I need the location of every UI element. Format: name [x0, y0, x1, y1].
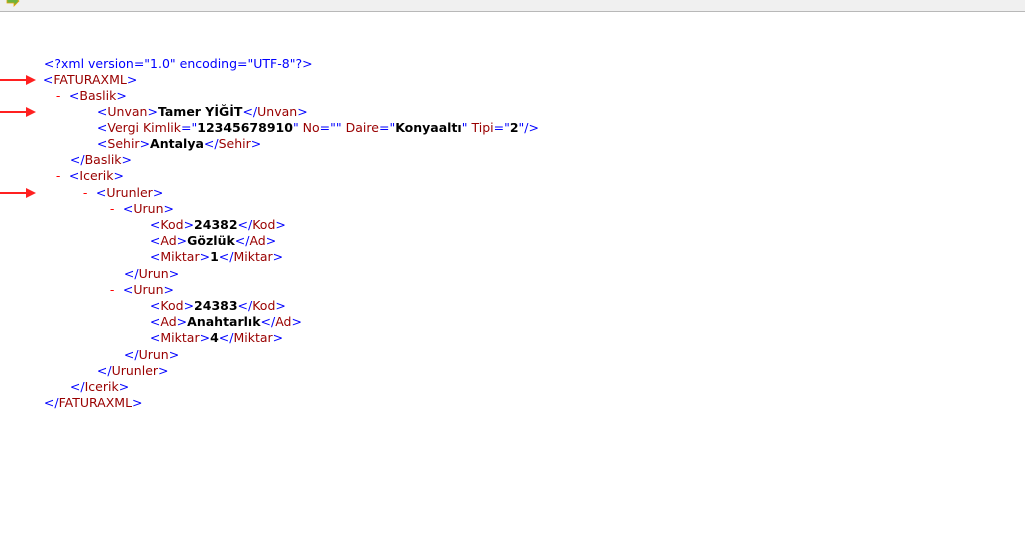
xml-node-miktar: <Miktar>4</Miktar>	[149, 330, 284, 345]
red-arrow-icon	[0, 107, 36, 117]
xml-node-unvan: <Unvan>Tamer YİĞİT</Unvan>	[96, 104, 308, 119]
xml-node-icerik-open: - <Icerik>	[55, 168, 124, 183]
tag-name: FATURAXML	[58, 395, 133, 410]
xml-node-miktar: <Miktar>1</Miktar>	[149, 249, 284, 264]
attr-value: Konyaaltı	[395, 120, 462, 135]
sehir-value: Antalya	[150, 136, 204, 151]
miktar-value: 4	[210, 330, 219, 345]
xml-node-icerik-close: </Icerik>	[69, 379, 130, 394]
tag-name: Miktar	[233, 249, 273, 264]
xml-node-faturaxml-close: </FATURAXML>	[43, 395, 143, 410]
red-arrow-icon	[0, 75, 36, 85]
xml-node-sehir: <Sehir>Antalya</Sehir>	[96, 136, 262, 151]
xml-node-urun-open: - <Urun>	[109, 201, 175, 216]
xml-node-baslik-close: </Baslik>	[69, 152, 133, 167]
red-arrow-icon	[0, 188, 36, 198]
attr-value: 2	[509, 120, 519, 135]
collapse-toggle-urun[interactable]: -	[110, 282, 123, 298]
xml-node-urun-open: - <Urun>	[109, 282, 175, 297]
xml-declaration: <?xml version="1.0" encoding="UTF-8"?>	[28, 40, 313, 71]
xml-node-urunler-open: - <Urunler>	[82, 185, 164, 200]
collapse-toggle-baslik[interactable]: -	[56, 88, 69, 104]
attr-name: No	[302, 120, 320, 135]
xml-node-ad: <Ad>Anahtarlık</Ad>	[149, 314, 302, 329]
xml-node-kod: <Kod>24383</Kod>	[149, 298, 286, 313]
tag-name: Sehir	[218, 136, 251, 151]
xml-node-urunler-close: </Urunler>	[96, 363, 169, 378]
xml-node-urun-close: </Urun>	[123, 347, 180, 362]
attr-name: Daire	[345, 120, 379, 135]
xml-node-urun-close: </Urun>	[123, 266, 180, 281]
xml-node-vergi: <Vergi Kimlik="12345678910" No="" Daire=…	[96, 120, 539, 135]
tag-name: Miktar	[233, 330, 273, 345]
browser-toolbar	[0, 0, 1025, 12]
xml-node-faturaxml-open: -<FATURAXML>	[14, 56, 137, 87]
xml-node-kod: <Kod>24382</Kod>	[149, 217, 286, 232]
miktar-value: 1	[210, 249, 219, 264]
collapse-toggle-urun[interactable]: -	[110, 201, 123, 217]
xml-node-baslik-open: - <Baslik>	[55, 88, 127, 103]
go-arrow-icon[interactable]	[6, 0, 20, 8]
xml-node-ad: <Ad>Gözlük</Ad>	[149, 233, 277, 248]
attr-name: Tipi	[471, 120, 494, 135]
